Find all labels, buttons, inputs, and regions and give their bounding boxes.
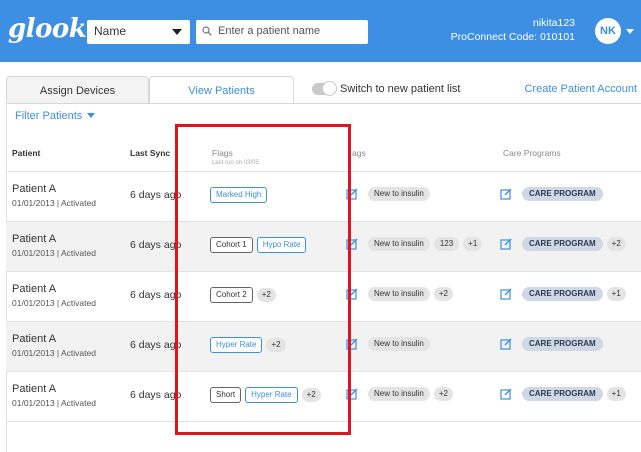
care-programs-cell: CARE PROGRAM +1 bbox=[500, 387, 626, 401]
flag-chip[interactable]: Cohort 2 bbox=[210, 287, 253, 303]
tag-chip[interactable]: New to insulin bbox=[368, 387, 430, 401]
tags-more-badge[interactable]: +2 bbox=[433, 287, 453, 301]
username: nikita123 bbox=[532, 17, 575, 29]
patient-dob-status: 01/01/2013 | Activated bbox=[12, 348, 96, 358]
user-info: nikita123 ProConnect Code: 010101 bbox=[451, 16, 575, 44]
flags-cell: Cohort 1 Hypo Rate bbox=[210, 237, 307, 253]
edit-icon[interactable] bbox=[346, 388, 358, 400]
care-more-badge[interactable]: +1 bbox=[606, 387, 626, 401]
edit-icon[interactable] bbox=[346, 238, 358, 250]
flags-cell: Hyper Rate +2 bbox=[210, 337, 286, 353]
flag-chip[interactable]: Hyper Rate bbox=[210, 337, 263, 353]
search-placeholder: Enter a patient name bbox=[218, 25, 321, 37]
edit-icon[interactable] bbox=[346, 188, 358, 200]
filter-patients-dropdown[interactable]: Filter Patients bbox=[15, 110, 96, 122]
care-program-chip[interactable]: CARE PROGRAM bbox=[522, 187, 603, 201]
table-row[interactable]: Patient A 01/01/2013 | Activated 6 days ag… bbox=[6, 172, 641, 222]
tags-cell: New to insulin +2 bbox=[346, 387, 453, 401]
tags-cell: New to insulin +2 bbox=[346, 287, 453, 301]
flag-chip[interactable]: Hyper Rate bbox=[245, 387, 298, 403]
top-header: glooko Name Enter a patient name nikita1… bbox=[0, 0, 641, 62]
last-sync: 6 days ago bbox=[130, 189, 182, 201]
tags-more-badge[interactable]: +2 bbox=[433, 387, 453, 401]
flag-chip[interactable]: Marked High bbox=[210, 187, 268, 203]
patient-name[interactable]: Patient A bbox=[12, 333, 56, 345]
flag-chip[interactable]: Hypo Rate bbox=[256, 237, 307, 253]
tag-chip[interactable]: New to insulin bbox=[368, 237, 430, 251]
tab-view-patients[interactable]: View Patients bbox=[149, 76, 294, 104]
create-patient-account-link[interactable]: Create Patient Account bbox=[524, 83, 637, 95]
patient-name[interactable]: Patient A bbox=[12, 383, 56, 395]
flags-more-badge[interactable]: +2 bbox=[266, 338, 286, 352]
care-program-chip[interactable]: CARE PROGRAM bbox=[522, 237, 603, 251]
flag-chip[interactable]: Short bbox=[210, 387, 242, 403]
edit-icon[interactable] bbox=[500, 188, 512, 200]
flags-more-badge[interactable]: +2 bbox=[256, 288, 276, 302]
search-icon bbox=[202, 26, 212, 36]
tag-chip[interactable]: 123 bbox=[433, 237, 460, 251]
patient-dob-status: 01/01/2013 | Activated bbox=[12, 398, 96, 408]
care-program-chip[interactable]: CARE PROGRAM bbox=[522, 387, 603, 401]
patient-dob-status: 01/01/2013 | Activated bbox=[12, 248, 96, 258]
edit-icon[interactable] bbox=[500, 238, 512, 250]
care-programs-cell: CARE PROGRAM bbox=[500, 187, 603, 201]
edit-icon[interactable] bbox=[500, 338, 512, 350]
care-more-badge[interactable]: +2 bbox=[606, 237, 626, 251]
last-sync: 6 days ago bbox=[130, 239, 182, 251]
user-avatar[interactable]: NK bbox=[595, 18, 621, 44]
tags-cell: New to insulin bbox=[346, 187, 430, 201]
tags-cell: New to insulin 123 +1 bbox=[346, 237, 483, 251]
care-programs-cell: CARE PROGRAM +2 bbox=[500, 237, 626, 251]
column-header-last-sync[interactable]: Last Sync bbox=[130, 148, 170, 158]
search-type-value: Name bbox=[94, 24, 127, 38]
care-program-chip[interactable]: CARE PROGRAM bbox=[522, 287, 603, 301]
column-header-patient[interactable]: Patient bbox=[12, 148, 40, 158]
flags-cell: Cohort 2 +2 bbox=[210, 287, 276, 303]
chevron-down-icon bbox=[87, 113, 96, 118]
column-header-care-programs[interactable]: Care Programs bbox=[503, 148, 561, 158]
toggle-knob[interactable] bbox=[322, 81, 337, 96]
patient-search-input[interactable]: Enter a patient name bbox=[196, 20, 368, 44]
edit-icon[interactable] bbox=[500, 288, 512, 300]
tag-chip[interactable]: New to insulin bbox=[368, 187, 430, 201]
patient-name[interactable]: Patient A bbox=[12, 183, 56, 195]
switch-label: Switch to new patient list bbox=[340, 83, 461, 95]
table-row[interactable]: Patient A 01/01/2013 | Activated 6 days ag… bbox=[6, 272, 641, 322]
flags-cell: Marked High bbox=[210, 187, 268, 203]
column-header-tags[interactable]: ags bbox=[352, 148, 366, 158]
patient-dob-status: 01/01/2013 | Activated bbox=[12, 198, 96, 208]
table-row[interactable]: Patient A 01/01/2013 | Activated 6 days ag… bbox=[6, 372, 641, 422]
tag-chip[interactable]: New to insulin bbox=[368, 337, 430, 351]
care-programs-cell: CARE PROGRAM +1 bbox=[500, 287, 626, 301]
divider bbox=[6, 103, 641, 104]
tag-chip[interactable]: New to insulin bbox=[368, 287, 430, 301]
filter-label: Filter Patients bbox=[15, 110, 83, 122]
care-more-badge[interactable]: +1 bbox=[606, 287, 626, 301]
flags-cell: Short Hyper Rate +2 bbox=[210, 387, 321, 403]
patient-name[interactable]: Patient A bbox=[12, 283, 56, 295]
care-programs-cell: CARE PROGRAM bbox=[500, 337, 603, 351]
edit-icon[interactable] bbox=[346, 338, 358, 350]
edit-icon[interactable] bbox=[500, 388, 512, 400]
flags-last-run: Last run on 03/05 bbox=[212, 160, 259, 166]
flag-chip[interactable]: Cohort 1 bbox=[210, 237, 253, 253]
last-sync: 6 days ago bbox=[130, 289, 182, 301]
chevron-down-icon bbox=[172, 29, 182, 35]
patient-name[interactable]: Patient A bbox=[12, 233, 56, 245]
edit-icon[interactable] bbox=[346, 288, 358, 300]
column-header-flags[interactable]: Flags bbox=[212, 148, 233, 158]
proconnect-code: ProConnect Code: 010101 bbox=[450, 31, 575, 43]
tab-assign-devices[interactable]: Assign Devices bbox=[6, 76, 149, 104]
search-type-select[interactable]: Name bbox=[87, 20, 190, 44]
care-program-chip[interactable]: CARE PROGRAM bbox=[522, 337, 603, 351]
table-row[interactable]: Patient A 01/01/2013 | Activated 6 days ag… bbox=[6, 222, 641, 272]
last-sync: 6 days ago bbox=[130, 339, 182, 351]
patient-dob-status: 01/01/2013 | Activated bbox=[12, 298, 96, 308]
chevron-down-icon[interactable] bbox=[626, 29, 634, 34]
tags-cell: New to insulin bbox=[346, 337, 430, 351]
last-sync: 6 days ago bbox=[130, 389, 182, 401]
table-row[interactable]: Patient A 01/01/2013 | Activated 6 days ag… bbox=[6, 322, 641, 372]
tags-more-badge[interactable]: +1 bbox=[463, 237, 483, 251]
flags-more-badge[interactable]: +2 bbox=[301, 388, 321, 402]
